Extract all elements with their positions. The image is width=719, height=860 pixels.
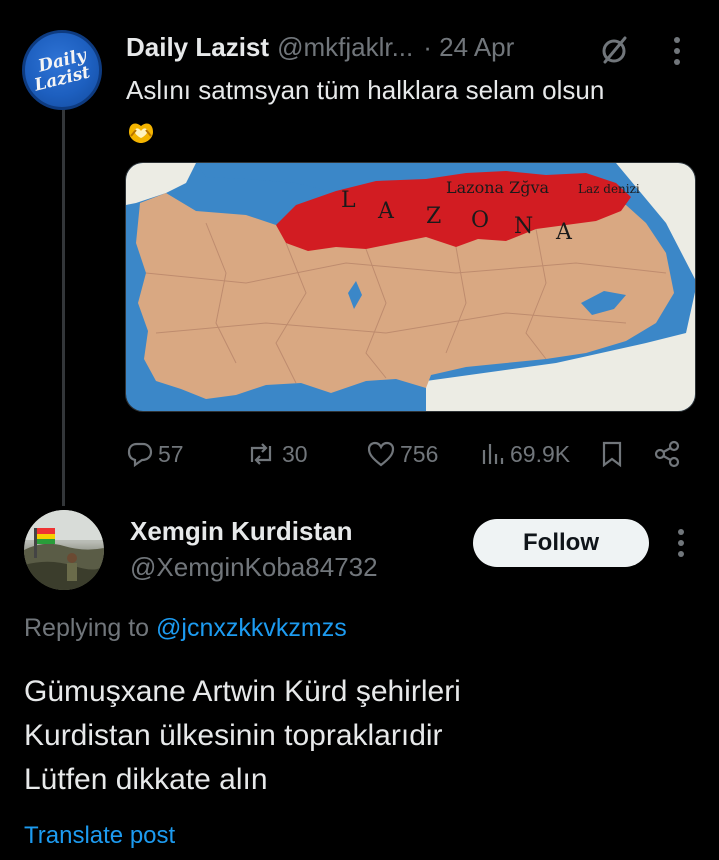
reply-action[interactable]: 57: [126, 434, 184, 474]
replying-prefix: Replying to: [24, 614, 150, 642]
reply-icon: [127, 442, 153, 468]
bookmark-action[interactable]: [600, 434, 628, 474]
region-letter-5: N: [514, 214, 533, 239]
reply-text-line: Lütfen dikkate alın: [24, 763, 268, 796]
share-action[interactable]: [652, 434, 686, 474]
region-letter-1: L: [341, 188, 356, 213]
sea-label-small: Laz denizi: [578, 182, 640, 196]
reply-author-name[interactable]: Xemgin Kurdistan: [130, 516, 352, 547]
more-options-icon[interactable]: [676, 528, 686, 558]
bookmark-icon: [602, 441, 622, 468]
reply-text: Gümuşxane Artwin Kürd şehirleri Kurdista…: [24, 670, 704, 802]
region-letter-2: A: [377, 199, 395, 224]
repost-icon: [250, 443, 272, 465]
reply-count: 57: [158, 440, 184, 467]
replying-to: Replying to @jcnxzkkvkzmzs: [24, 614, 347, 643]
repost-count: 30: [282, 440, 308, 467]
tweet-header: Daily Lazist @mkfjaklr... · 24 Apr: [126, 32, 514, 63]
heart-icon: [367, 441, 395, 467]
like-action[interactable]: 756: [366, 434, 438, 474]
tweet-text: Aslını satmsyan tüm halklara selam olsun: [126, 75, 605, 105]
region-letter-3: Z: [426, 204, 441, 229]
grok-icon[interactable]: [598, 34, 630, 66]
view-count: 69.9K: [510, 440, 571, 467]
more-options-icon[interactable]: [672, 36, 682, 66]
tweet-actions: 57 30 756 69.9K: [126, 434, 686, 474]
thread-line: [62, 104, 65, 506]
share-icon: [654, 440, 680, 468]
reply-author-handle[interactable]: @XemginKoba84732: [130, 552, 378, 583]
tweet-date[interactable]: · 24 Apr: [423, 32, 514, 63]
reply-text-line: Kurdistan ülkesinin topraklarıdir: [24, 719, 443, 752]
follow-button[interactable]: Follow: [473, 519, 649, 567]
like-count: 756: [400, 440, 439, 467]
map-image[interactable]: Lazona Zğva Laz denizi L A Z O N A: [125, 162, 696, 412]
region-letter-6: A: [555, 220, 573, 245]
region-letter-4: O: [471, 208, 489, 233]
xemgin-avatar[interactable]: [24, 510, 104, 590]
author-handle[interactable]: @mkfjaklr...: [277, 32, 413, 63]
replying-mention[interactable]: @jcnxzkkvkzmzs: [156, 614, 347, 642]
views-action[interactable]: 69.9K: [480, 434, 570, 474]
author-name[interactable]: Daily Lazist: [126, 32, 269, 63]
heart-hands-icon: [129, 123, 153, 143]
views-icon: [482, 444, 504, 464]
sea-label: Lazona Zğva: [446, 178, 550, 197]
translate-post-link[interactable]: Translate post: [24, 822, 175, 850]
repost-action[interactable]: 30: [244, 434, 308, 474]
reply-text-line: Gümuşxane Artwin Kürd şehirleri: [24, 675, 461, 708]
daily-lazist-avatar[interactable]: Daily Lazist: [22, 30, 102, 110]
